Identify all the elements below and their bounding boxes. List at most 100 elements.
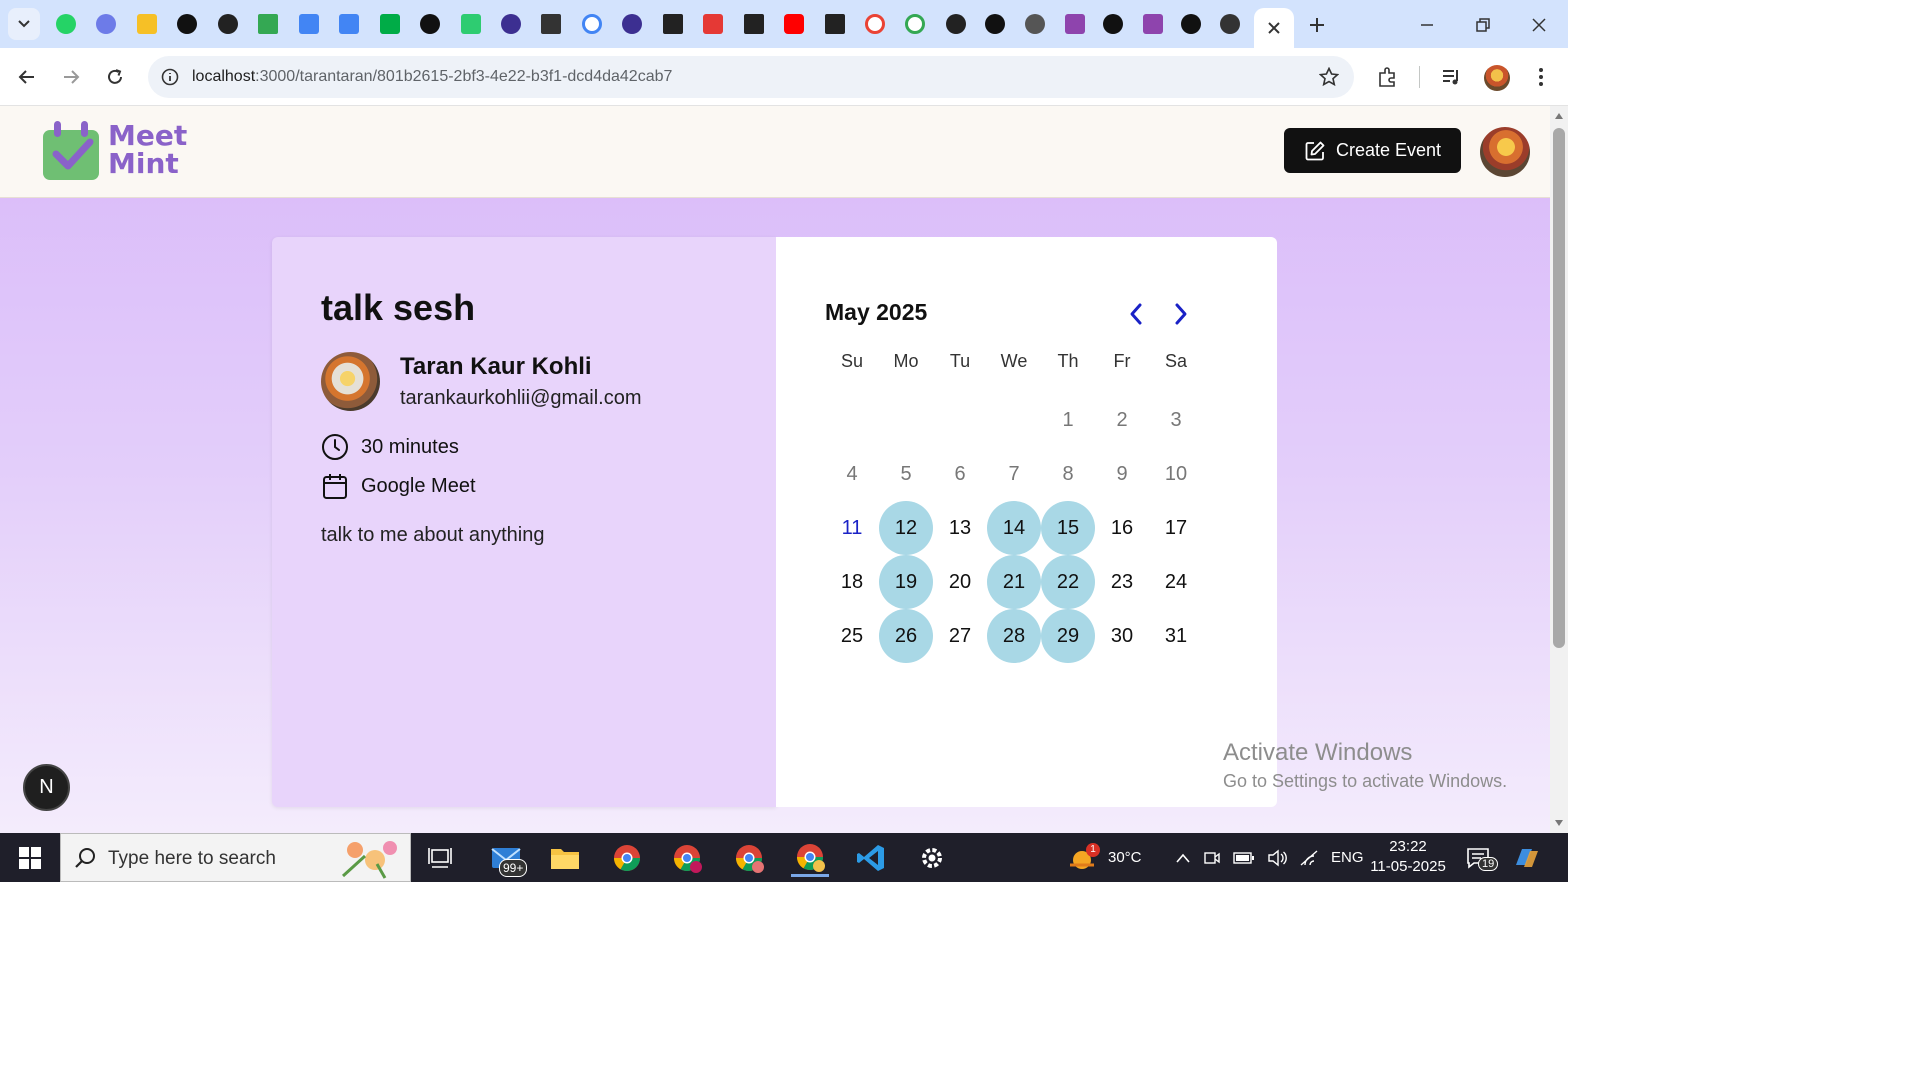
restore-button[interactable] bbox=[1470, 12, 1496, 38]
site-info-icon[interactable] bbox=[160, 67, 180, 87]
url-text[interactable]: localhost:3000/tarantaran/801b2615-2bf3-… bbox=[192, 68, 672, 86]
tab-search-button[interactable] bbox=[8, 8, 40, 40]
keep-tab-icon[interactable] bbox=[137, 14, 157, 34]
openai-tab-icon-2[interactable] bbox=[946, 14, 966, 34]
google-tab-icon[interactable] bbox=[582, 14, 602, 34]
page-scrollbar[interactable] bbox=[1550, 106, 1568, 833]
taskbar-clock[interactable]: 23:22 11-05-2025 bbox=[1368, 837, 1448, 877]
browser-profile-avatar[interactable] bbox=[1484, 65, 1510, 91]
scrollbar-thumb[interactable] bbox=[1553, 128, 1565, 648]
create-event-button[interactable]: Create Event bbox=[1284, 128, 1461, 173]
nextjs-dev-indicator[interactable]: N bbox=[23, 764, 70, 811]
volume-icon[interactable] bbox=[1267, 849, 1287, 867]
user-avatar[interactable] bbox=[1480, 127, 1530, 177]
scroll-down-icon[interactable] bbox=[1554, 819, 1564, 827]
app-tab-icon-7[interactable] bbox=[1025, 14, 1045, 34]
close-window-button[interactable] bbox=[1526, 12, 1552, 38]
calendar-date-27: 27 bbox=[948, 624, 972, 647]
chevron-up-icon[interactable] bbox=[1175, 852, 1191, 864]
bookmark-star-icon[interactable] bbox=[1318, 66, 1340, 88]
host-email: tarankaurkohlii@gmail.com bbox=[400, 387, 642, 409]
available-date-14[interactable]: 14 bbox=[987, 501, 1041, 555]
reload-button[interactable] bbox=[102, 64, 128, 90]
meetmint-logo[interactable]: Meet Mint bbox=[40, 118, 200, 186]
start-button[interactable] bbox=[0, 833, 60, 882]
triangle-tab-icon-3[interactable] bbox=[825, 14, 845, 34]
app-tab-icon-10[interactable] bbox=[1143, 14, 1163, 34]
app-tab-icon-2[interactable] bbox=[461, 14, 481, 34]
forward-button[interactable] bbox=[58, 64, 84, 90]
new-tab-button[interactable] bbox=[1304, 12, 1330, 38]
duration-text: 30 minutes bbox=[361, 435, 459, 458]
battery-icon[interactable] bbox=[1233, 851, 1255, 865]
chrome-profile-4-button[interactable] bbox=[791, 839, 829, 877]
docs-tab-icon-2[interactable] bbox=[339, 14, 359, 34]
minimize-button[interactable] bbox=[1414, 12, 1440, 38]
app-tab-icon[interactable] bbox=[96, 14, 116, 34]
language-indicator[interactable]: ENG bbox=[1331, 849, 1364, 866]
browser-menu-icon[interactable] bbox=[1528, 64, 1554, 90]
app-tab-icon-3[interactable] bbox=[501, 14, 521, 34]
triangle-tab-icon[interactable] bbox=[663, 14, 683, 34]
available-date-19[interactable]: 19 bbox=[879, 555, 933, 609]
available-date-15[interactable]: 15 bbox=[1041, 501, 1095, 555]
available-date-22[interactable]: 22 bbox=[1041, 555, 1095, 609]
gear-icon bbox=[922, 848, 942, 868]
app-tab-icon-4[interactable] bbox=[622, 14, 642, 34]
event-title: talk sesh bbox=[321, 287, 476, 328]
triangle-tab-icon-2[interactable] bbox=[744, 14, 764, 34]
pen-tab-icon[interactable] bbox=[541, 14, 561, 34]
chrome-profile-2-button[interactable] bbox=[668, 839, 706, 877]
notification-center-button[interactable]: 19 bbox=[1466, 833, 1499, 882]
taskbar-search-box[interactable]: Type here to search bbox=[60, 833, 411, 882]
back-button[interactable] bbox=[14, 64, 40, 90]
clock-date: 11-05-2025 bbox=[1370, 858, 1446, 875]
close-tab-icon[interactable] bbox=[1267, 21, 1281, 35]
weather-widget[interactable]: 1 30°C bbox=[1068, 833, 1142, 882]
available-date-26[interactable]: 26 bbox=[879, 609, 933, 663]
whatsapp-tab-icon[interactable] bbox=[56, 14, 76, 34]
available-date-12[interactable]: 12 bbox=[879, 501, 933, 555]
app-tab-icon-11[interactable] bbox=[1181, 14, 1201, 34]
meet-tab-icon[interactable] bbox=[380, 14, 400, 34]
next-month-button[interactable] bbox=[1166, 299, 1196, 329]
available-date-29[interactable]: 29 bbox=[1041, 609, 1095, 663]
calendar-date-30: 30 bbox=[1110, 624, 1134, 647]
app-tab-icon-6[interactable] bbox=[985, 14, 1005, 34]
google-tab-icon-3[interactable] bbox=[905, 14, 925, 34]
chrome-profile-1-button[interactable] bbox=[608, 839, 646, 877]
google-tab-icon-2[interactable] bbox=[865, 14, 885, 34]
scroll-up-icon[interactable] bbox=[1554, 112, 1564, 120]
vscode-button[interactable] bbox=[852, 839, 890, 877]
docs-tab-icon[interactable] bbox=[299, 14, 319, 34]
settings-app-button[interactable] bbox=[913, 839, 951, 877]
extensions-icon[interactable] bbox=[1375, 64, 1401, 90]
file-explorer-button[interactable] bbox=[546, 839, 584, 877]
available-date-28[interactable]: 28 bbox=[987, 609, 1041, 663]
task-view-button[interactable] bbox=[421, 839, 459, 877]
leaf-tab-icon[interactable] bbox=[177, 14, 197, 34]
github-tab-icon[interactable] bbox=[420, 14, 440, 34]
arrow-left-icon bbox=[18, 70, 34, 84]
weekday-header: Sa bbox=[1164, 350, 1188, 371]
active-tab[interactable] bbox=[1254, 8, 1294, 48]
address-bar[interactable]: localhost:3000/tarantaran/801b2615-2bf3-… bbox=[148, 56, 1354, 98]
wifi-icon[interactable] bbox=[1299, 849, 1319, 866]
previous-month-button[interactable] bbox=[1121, 299, 1151, 329]
media-control-icon[interactable] bbox=[1439, 64, 1465, 90]
meet-now-icon[interactable] bbox=[1203, 849, 1221, 867]
mail-app-button[interactable]: 99+ bbox=[489, 839, 528, 877]
copilot-button[interactable] bbox=[1512, 833, 1542, 882]
youtube-tab-icon[interactable] bbox=[784, 14, 804, 34]
chrome-profile-3-button[interactable] bbox=[730, 839, 768, 877]
app-tab-icon-12[interactable] bbox=[1220, 14, 1240, 34]
openai-tab-icon[interactable] bbox=[218, 14, 238, 34]
app-tab-icon-8[interactable] bbox=[1065, 14, 1085, 34]
app-tab-icon-9[interactable] bbox=[1103, 14, 1123, 34]
available-date-21[interactable]: 21 bbox=[987, 555, 1041, 609]
calendar-grid: Su Mo Tu We Th Fr Sa 1 2 3 4 5 6 7 8 9 10 11 12 13 14 15 16 17 1… bbox=[825, 339, 1203, 663]
calendar-date-16: 16 bbox=[1110, 516, 1134, 539]
app-tab-icon-5[interactable] bbox=[703, 14, 723, 34]
calendar-date-4: 4 bbox=[846, 462, 858, 485]
drive-tab-icon[interactable] bbox=[258, 14, 278, 34]
